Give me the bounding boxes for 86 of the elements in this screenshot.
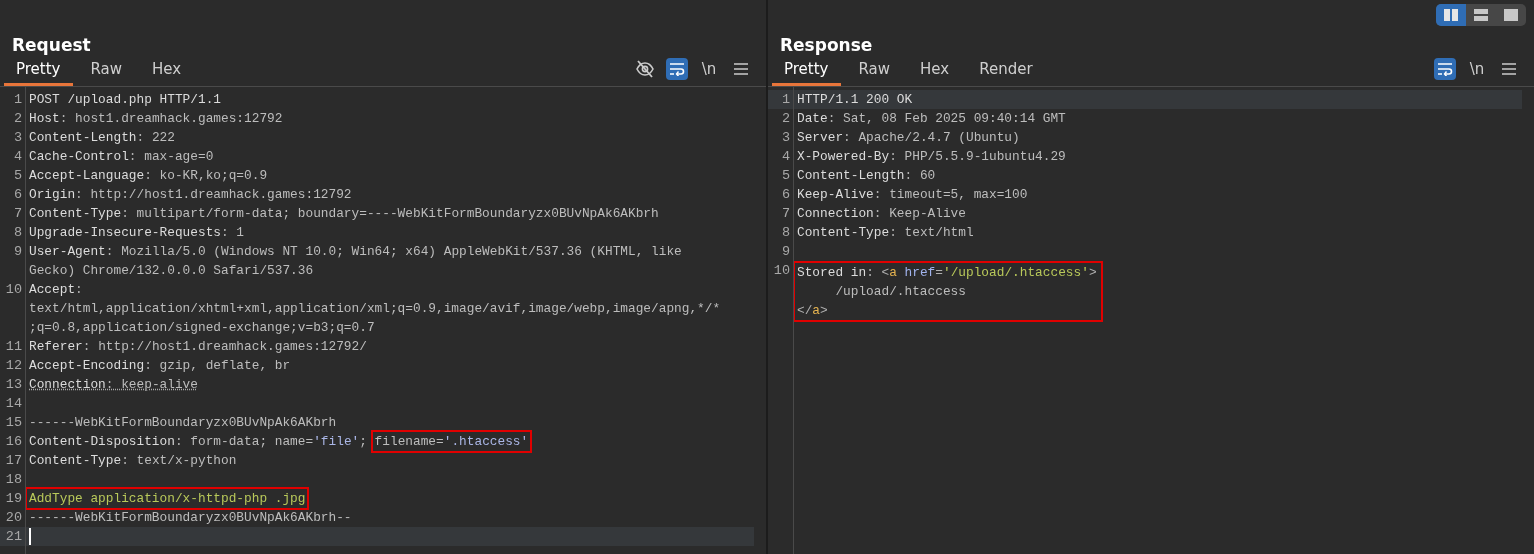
code-line: Cache-Control: max-age=0 bbox=[29, 148, 214, 166]
hide-toggle[interactable] bbox=[634, 58, 656, 80]
line-number: 6 bbox=[12, 186, 23, 204]
code-line: ------WebKitFormBoundaryzx0BUvNpAk6AKbrh bbox=[29, 414, 337, 432]
code-line: Origin: http://host1.dreamhack.games:12792 bbox=[29, 186, 352, 204]
code-line: Accept-Language: ko-KR,ko;q=0.9 bbox=[29, 167, 268, 185]
panel-title: Request bbox=[12, 35, 91, 55]
line-number: 21 bbox=[0, 527, 29, 546]
code-line: Upgrade-Insecure-Requests: 1 bbox=[29, 224, 245, 242]
code-line: ;q=0.8,application/signed-exchange;v=b3;q=0.7 bbox=[29, 319, 375, 337]
line-number: 1 bbox=[12, 91, 23, 109]
code-line: AddType application/x-httpd-php .jpg bbox=[29, 489, 306, 508]
line-number: 10 bbox=[4, 281, 23, 299]
visibility-off-icon bbox=[635, 60, 655, 78]
line-number: 8 bbox=[12, 224, 23, 242]
line-number: 14 bbox=[4, 395, 23, 413]
code-line: Content-Type: text/html bbox=[797, 224, 974, 242]
code-line: Content-Type: multipart/form-data; boundary=----WebKitFormBoundaryzx0BUvNpAk6AKbrh bbox=[29, 205, 659, 223]
line-number: 13 bbox=[4, 376, 23, 394]
code-line: Connection: keep-alive bbox=[29, 376, 198, 394]
menu-icon bbox=[1502, 63, 1516, 75]
split-rows-icon bbox=[1474, 9, 1488, 21]
wrap-toggle[interactable] bbox=[666, 58, 688, 80]
wrap-toggle[interactable] bbox=[1434, 58, 1456, 80]
view-tab[interactable]: Pretty bbox=[4, 56, 73, 86]
line-number: 11 bbox=[4, 338, 23, 356]
view-tab[interactable]: Hex bbox=[140, 56, 194, 86]
line-number: 3 bbox=[780, 129, 791, 147]
code-line: Host: host1.dreamhack.games:12792 bbox=[29, 110, 283, 128]
line-number: 4 bbox=[12, 148, 23, 166]
line-number: 5 bbox=[780, 167, 791, 185]
code-line: Content-Length: 60 bbox=[797, 167, 936, 185]
view-tab[interactable]: Hex bbox=[908, 56, 962, 86]
code-line: /upload/.htaccess bbox=[834, 283, 966, 301]
code-line: Content-Type: text/x-python bbox=[29, 452, 237, 470]
code-line: Date: Sat, 08 Feb 2025 09:40:14 GMT bbox=[797, 110, 1066, 128]
view-tab[interactable]: Raw bbox=[846, 56, 903, 86]
line-number: 3 bbox=[12, 129, 23, 147]
code-line: Content-Disposition: form-data; name='file'; filename='.htaccess' bbox=[29, 432, 529, 451]
line-number: 20 bbox=[4, 509, 23, 527]
code-line: Accept: bbox=[29, 281, 83, 299]
newline-toggle[interactable]: \n bbox=[1466, 58, 1488, 80]
line-number: 12 bbox=[4, 357, 23, 375]
view-tab[interactable]: Render bbox=[967, 56, 1045, 86]
line-number: 1 bbox=[768, 90, 797, 109]
menu-icon bbox=[734, 63, 748, 75]
code-line: Server: Apache/2.4.7 (Ubuntu) bbox=[797, 129, 1020, 147]
code-line: Keep-Alive: timeout=5, max=100 bbox=[797, 186, 1028, 204]
line-number: 9 bbox=[12, 243, 23, 261]
code-line: Referer: http://host1.dreamhack.games:12792/ bbox=[29, 338, 367, 356]
line-number: 9 bbox=[780, 243, 791, 261]
line-number: 18 bbox=[4, 471, 23, 489]
code-line: POST /upload.php HTTP/1.1 bbox=[29, 91, 221, 109]
line-number: 4 bbox=[780, 148, 791, 166]
code-line: ------WebKitFormBoundaryzx0BUvNpAk6AKbrh-- bbox=[29, 509, 352, 527]
code-line: Stored in: <a href='/upload/.htaccess'> bbox=[797, 264, 1097, 282]
newline-toggle[interactable]: \n bbox=[698, 58, 720, 80]
line-number: 8 bbox=[780, 224, 791, 242]
single-pane-icon bbox=[1504, 9, 1518, 21]
code-line: Accept-Encoding: gzip, deflate, br bbox=[29, 357, 291, 375]
wrap-icon bbox=[669, 62, 685, 76]
panel-title: Response bbox=[780, 35, 873, 55]
line-number: 15 bbox=[4, 414, 23, 432]
code-line: text/html,application/xhtml+xml,application/xml;q=0.9,image/avif,image/webp,image/apng,*/* bbox=[29, 300, 721, 318]
code-line: Gecko) Chrome/132.0.0.0 Safari/537.36 bbox=[29, 262, 314, 280]
line-number: 2 bbox=[780, 110, 791, 128]
code-line: </a> bbox=[797, 302, 828, 320]
line-number: 19 bbox=[4, 490, 23, 508]
layout-button[interactable] bbox=[1436, 4, 1466, 26]
code-line: Content-Length: 222 bbox=[29, 129, 175, 147]
code-line: Connection: Keep-Alive bbox=[797, 205, 966, 223]
view-tab[interactable]: Raw bbox=[78, 56, 135, 86]
line-number: 7 bbox=[780, 205, 791, 223]
view-tab[interactable]: Pretty bbox=[772, 56, 841, 86]
line-number: 17 bbox=[4, 452, 23, 470]
wrap-icon bbox=[1437, 62, 1453, 76]
line-number: 2 bbox=[12, 110, 23, 128]
line-number: 16 bbox=[4, 433, 23, 451]
split-columns-icon bbox=[1444, 9, 1458, 21]
code-line: User-Agent: Mozilla/5.0 (Windows NT 10.0; Win64; x64) AppleWebKit/537.36 (KHTML, like bbox=[29, 243, 682, 261]
line-number: 5 bbox=[12, 167, 23, 185]
line-number: 7 bbox=[12, 205, 23, 223]
code-line: HTTP/1.1 200 OK bbox=[797, 91, 913, 109]
line-number: 6 bbox=[780, 186, 791, 204]
code-line: X-Powered-By: PHP/5.5.9-1ubuntu4.29 bbox=[797, 148, 1066, 166]
line-number: 10 bbox=[772, 262, 791, 280]
